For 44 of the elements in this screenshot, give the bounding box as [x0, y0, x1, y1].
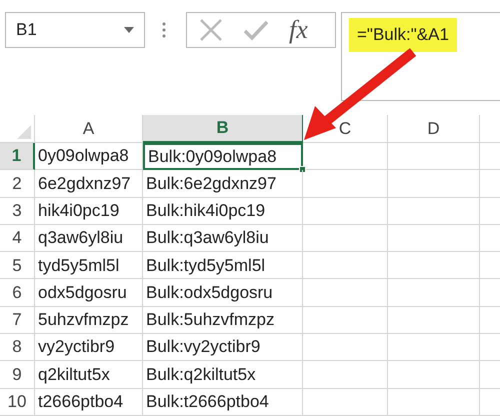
table-cell[interactable]: Bulk:hik4i0pc19: [143, 198, 303, 225]
fill-handle[interactable]: [299, 166, 306, 174]
table-cell[interactable]: Bulk:odx5dgosru: [143, 279, 303, 307]
insert-function-button[interactable]: fx: [289, 17, 308, 43]
table-cell[interactable]: q3aw6yl8iu: [35, 224, 143, 252]
select-all-icon[interactable]: [17, 125, 31, 139]
dropdown-caret-icon: [124, 27, 134, 33]
row-header[interactable]: 10: [0, 388, 35, 416]
row-header[interactable]: 2: [0, 170, 35, 198]
row-header[interactable]: 5: [0, 252, 35, 280]
row-header[interactable]: 8: [0, 334, 35, 362]
table-cell[interactable]: Bulk:tyd5y5ml5l: [143, 252, 303, 280]
table-cell[interactable]: vy2yctibr9: [35, 334, 143, 362]
table-cell[interactable]: Bulk:0y09olwpa8: [143, 143, 303, 170]
row-header[interactable]: 7: [0, 306, 35, 334]
table-cell[interactable]: Bulk:t2666ptbo4: [143, 388, 303, 416]
column-header[interactable]: D: [388, 115, 480, 143]
checkmark-icon[interactable]: [243, 19, 269, 41]
table-cell[interactable]: 5uhzvfmzpz: [35, 306, 143, 334]
table-cell[interactable]: odx5dgosru: [35, 279, 143, 307]
table-cell[interactable]: Bulk:q3aw6yl8iu: [143, 224, 303, 252]
table-cell[interactable]: 0y09olwpa8: [35, 143, 143, 170]
table-cell[interactable]: q2kiltut5x: [35, 361, 143, 389]
formula-text: ="Bulk:"&A1: [349, 18, 457, 52]
row-header[interactable]: 4: [0, 224, 35, 252]
row-header[interactable]: 9: [0, 361, 35, 389]
table-cell[interactable]: Bulk:q2kiltut5x: [143, 361, 303, 389]
table-cell[interactable]: 6e2gdxnz97: [35, 170, 143, 198]
cell-reference: B1: [16, 19, 37, 42]
table-cell[interactable]: Bulk:vy2yctibr9: [143, 334, 303, 362]
cancel-icon[interactable]: [199, 18, 223, 42]
table-cell[interactable]: Bulk:6e2gdxnz97: [143, 170, 303, 198]
row-header[interactable]: 6: [0, 279, 35, 307]
table-cell[interactable]: Bulk:5uhzvfmzpz: [143, 306, 303, 334]
table-cell[interactable]: t2666ptbo4: [35, 388, 143, 416]
formula-bar[interactable]: ="Bulk:"&A1: [341, 12, 500, 101]
table-cell[interactable]: hik4i0pc19: [35, 198, 143, 225]
table-cell[interactable]: tyd5y5ml5l: [35, 252, 143, 280]
row-header[interactable]: 1: [0, 143, 35, 170]
name-box[interactable]: B1: [5, 12, 145, 48]
column-header[interactable]: B: [143, 115, 303, 143]
column-header[interactable]: A: [35, 115, 143, 143]
row-header[interactable]: 3: [0, 198, 35, 225]
grip-dots-icon: [162, 22, 166, 38]
